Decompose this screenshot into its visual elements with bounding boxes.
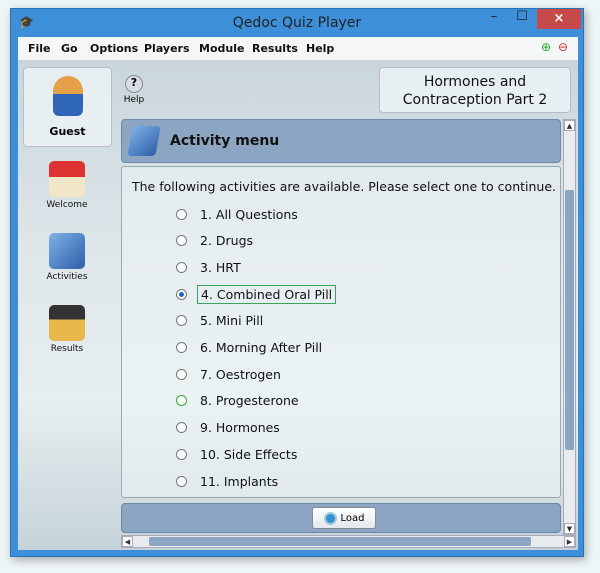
module-title: Hormones and Contraception Part 2 xyxy=(379,67,571,113)
book-icon xyxy=(49,233,85,269)
scroll-up-arrow-icon[interactable]: ▲ xyxy=(564,120,575,131)
activity-option[interactable]: 5. Mini Pill xyxy=(176,312,266,330)
activity-label: 4. Combined Oral Pill xyxy=(197,284,337,304)
sidebar-item-label: Results xyxy=(50,344,84,354)
vertical-scroll-thumb[interactable] xyxy=(565,190,574,450)
activity-option[interactable]: 9. Hormones xyxy=(176,419,283,437)
activity-label: 5. Mini Pill xyxy=(200,313,264,329)
zoom-out-icon[interactable]: ⊖ xyxy=(558,40,568,54)
app-window: 🎓 Qedoc Quiz Player – ☐ × File Go Option… xyxy=(10,8,584,557)
menu-module[interactable]: Module xyxy=(199,42,244,55)
load-button[interactable]: Load xyxy=(312,507,376,529)
book-icon xyxy=(127,126,161,156)
radio-button[interactable] xyxy=(176,395,187,407)
activity-label: 7. Oestrogen xyxy=(200,366,281,382)
scroll-down-arrow-icon[interactable]: ▼ xyxy=(564,523,575,534)
avatar xyxy=(52,76,83,116)
radio-button[interactable] xyxy=(176,448,187,460)
activity-header: Activity menu xyxy=(121,119,561,163)
play-icon xyxy=(323,511,337,525)
radio-button[interactable] xyxy=(176,235,187,247)
sidebar-item-label: Welcome xyxy=(46,200,88,210)
help-button[interactable]: ? Help xyxy=(122,75,146,105)
close-button[interactable]: × xyxy=(537,9,581,29)
user-name: Guest xyxy=(49,125,86,138)
sidebar-item-results[interactable]: Results xyxy=(32,305,102,354)
help-label: Help xyxy=(123,95,145,105)
radio-button[interactable] xyxy=(176,315,187,327)
radio-button[interactable] xyxy=(176,475,187,487)
sidebar-item-label: Activities xyxy=(46,272,88,282)
horizontal-scroll-thumb[interactable] xyxy=(149,537,531,546)
title-bar: 🎓 Qedoc Quiz Player – ☐ × xyxy=(11,9,583,37)
activity-label: 3. HRT xyxy=(200,259,241,275)
activity-option[interactable]: 2. Drugs xyxy=(176,232,256,250)
radio-button[interactable] xyxy=(176,422,187,434)
sidebar-item-welcome[interactable]: Welcome xyxy=(32,161,102,210)
activity-option[interactable]: 1. All Questions xyxy=(176,205,301,223)
scroll-left-arrow-icon[interactable]: ◀ xyxy=(122,536,133,547)
menu-file[interactable]: File xyxy=(28,42,51,55)
activity-label: 1. All Questions xyxy=(200,206,298,222)
scroll-right-arrow-icon[interactable]: ▶ xyxy=(564,536,575,547)
load-bar: Load xyxy=(121,503,561,533)
activity-label: 6. Morning After Pill xyxy=(200,340,323,355)
menu-results[interactable]: Results xyxy=(252,42,298,55)
activity-option[interactable]: 11. Implants xyxy=(176,472,281,490)
activity-label: 10. Side Effects xyxy=(200,446,298,462)
activity-option[interactable]: 6. Morning After Pill xyxy=(176,339,325,357)
activity-label: 11. Implants xyxy=(200,473,279,489)
activity-option[interactable]: 10. Side Effects xyxy=(176,445,300,463)
activity-option[interactable]: 7. Oestrogen xyxy=(176,365,284,383)
help-icon: ? xyxy=(125,75,143,93)
activity-option[interactable]: 8. Progesterone xyxy=(176,392,302,410)
activity-header-title: Activity menu xyxy=(170,133,280,149)
sidebar-item-activities[interactable]: Activities xyxy=(32,233,102,282)
radio-button[interactable] xyxy=(176,288,187,300)
maximize-button[interactable]: ☐ xyxy=(509,9,535,29)
menu-players[interactable]: Players xyxy=(144,42,190,55)
zoom-in-icon[interactable]: ⊕ xyxy=(541,40,551,54)
activity-list: The following activities are available. … xyxy=(121,166,561,498)
radio-button[interactable] xyxy=(176,261,187,273)
user-panel[interactable]: Guest xyxy=(23,67,112,147)
activity-label: 2. Drugs xyxy=(200,233,254,249)
content-area: Guest Welcome Activities Results ? Help … xyxy=(18,61,578,550)
minimize-button[interactable]: – xyxy=(481,9,507,29)
radio-button[interactable] xyxy=(176,368,187,380)
menu-go[interactable]: Go xyxy=(61,42,78,55)
radio-button[interactable] xyxy=(176,208,187,220)
activity-option[interactable]: 4. Combined Oral Pill xyxy=(176,284,337,304)
menu-bar: File Go Options Players Module Results H… xyxy=(18,37,578,61)
house-icon xyxy=(49,161,85,197)
load-label: Load xyxy=(340,512,365,524)
vertical-scrollbar[interactable]: ▲ ▼ xyxy=(563,119,576,535)
intro-text: The following activities are available. … xyxy=(132,179,557,194)
menu-help[interactable]: Help xyxy=(306,42,334,55)
activity-label: 9. Hormones xyxy=(200,420,280,436)
horizontal-scrollbar[interactable]: ◀ ▶ xyxy=(121,535,576,548)
activity-label: 8. Progesterone xyxy=(200,393,299,409)
graduation-cap-icon xyxy=(49,305,85,341)
radio-button[interactable] xyxy=(176,342,187,353)
menu-options[interactable]: Options xyxy=(90,42,138,55)
activity-option[interactable]: 3. HRT xyxy=(176,258,244,276)
